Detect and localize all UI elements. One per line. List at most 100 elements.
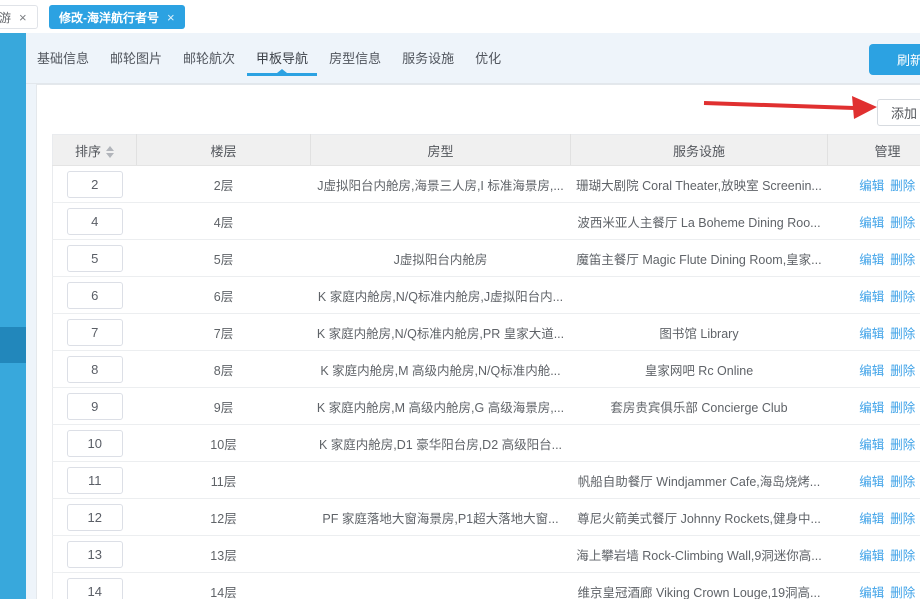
delete-link[interactable]: 删除	[890, 364, 915, 378]
tab-label: 甲板导航	[256, 51, 308, 66]
delete-link[interactable]: 删除	[890, 290, 915, 304]
sort-input[interactable]	[67, 393, 123, 420]
sort-input[interactable]	[67, 504, 123, 531]
refresh-button[interactable]: 刷新	[869, 44, 920, 75]
table-row: 13层 海上攀岩墙 Rock-Climbing Wall,9洞迷你高... 编辑删除	[53, 536, 920, 573]
sort-cell	[53, 536, 137, 573]
sort-caret-icon[interactable]	[106, 146, 114, 158]
floor-cell: 13层	[137, 536, 311, 573]
sort-input[interactable]	[67, 319, 123, 346]
table-row: 10层K 家庭内舱房,D1 豪华阳台房,D2 高级阳台...编辑删除	[53, 425, 920, 462]
manage-cell: 编辑删除	[828, 240, 920, 277]
close-icon[interactable]: ×	[167, 11, 175, 24]
sort-input[interactable]	[67, 208, 123, 235]
table-row: 14层维京皇冠酒廊 Viking Crown Louge,19洞高...编辑删除	[53, 573, 920, 599]
delete-link[interactable]: 删除	[890, 327, 915, 341]
edit-link[interactable]: 编辑	[859, 475, 884, 489]
edit-link[interactable]: 编辑	[859, 327, 884, 341]
manage-cell: 编辑删除	[828, 425, 920, 462]
delete-link[interactable]: 删除	[890, 438, 915, 452]
floor-cell: 11层	[137, 462, 311, 499]
sort-input[interactable]	[67, 171, 123, 198]
sort-input[interactable]	[67, 430, 123, 457]
services-cell: 套房贵宾俱乐部 Concierge Club	[571, 388, 828, 425]
services-cell: 皇家网吧 Rc Online	[571, 351, 828, 388]
window-tab-previous[interactable]: 旅游 ×	[0, 5, 38, 29]
edit-link[interactable]: 编辑	[859, 179, 884, 193]
sort-input[interactable]	[67, 541, 123, 568]
edit-link[interactable]: 编辑	[859, 290, 884, 304]
section-nav: 基础信息 邮轮图片 邮轮航次 甲板导航 房型信息 服务设施 优化 刷新	[26, 33, 920, 84]
tab-deck-navigation[interactable]: 甲板导航	[247, 33, 317, 84]
floor-cell: 9层	[137, 388, 311, 425]
services-cell: 维京皇冠酒廊 Viking Crown Louge,19洞高...	[571, 573, 828, 599]
rooms-cell	[311, 203, 571, 240]
sort-input[interactable]	[67, 245, 123, 272]
edit-link[interactable]: 编辑	[859, 364, 884, 378]
rooms-cell: PF 家庭落地大窗海景房,P1超大落地大窗...	[311, 499, 571, 536]
services-cell: 魔笛主餐厅 Magic Flute Dining Room,皇家...	[571, 240, 828, 277]
tab-basic-info[interactable]: 基础信息	[28, 33, 98, 84]
manage-cell: 编辑删除	[828, 351, 920, 388]
window-tab-active[interactable]: 修改-海洋航行者号 ×	[49, 5, 185, 29]
table-header-row: 排序 楼层 房型 服务设施 管理	[53, 135, 920, 166]
sort-cell	[53, 462, 137, 499]
sort-cell	[53, 166, 137, 203]
rooms-cell: K 家庭内舱房,N/Q标准内舱房,J虚拟阳台内...	[311, 277, 571, 314]
manage-cell: 编辑删除	[828, 314, 920, 351]
tab-optimize[interactable]: 优化	[466, 33, 510, 84]
sort-cell	[53, 425, 137, 462]
add-button[interactable]: 添加	[877, 99, 920, 126]
window-tab-label: 修改-海洋航行者号	[59, 9, 159, 26]
edit-link[interactable]: 编辑	[859, 512, 884, 526]
sort-input[interactable]	[67, 578, 123, 599]
rooms-cell: K 家庭内舱房,N/Q标准内舱房,PR 皇家大道...	[311, 314, 571, 351]
column-header-floor: 楼层	[137, 135, 311, 166]
sort-cell	[53, 499, 137, 536]
window-tab-label: 旅游	[0, 9, 11, 26]
delete-link[interactable]: 删除	[890, 475, 915, 489]
rooms-cell	[311, 573, 571, 599]
tab-cruise-voyages[interactable]: 邮轮航次	[174, 33, 244, 84]
tab-room-info[interactable]: 房型信息	[320, 33, 390, 84]
delete-link[interactable]: 删除	[890, 401, 915, 415]
services-cell: 海上攀岩墙 Rock-Climbing Wall,9洞迷你高...	[571, 536, 828, 573]
delete-link[interactable]: 删除	[890, 512, 915, 526]
window-tabstrip: 旅游 × 修改-海洋航行者号 ×	[0, 0, 920, 34]
column-header-sort: 排序	[53, 135, 137, 166]
services-cell: 帆船自助餐厅 Windjammer Cafe,海岛烧烤...	[571, 462, 828, 499]
floor-cell: 7层	[137, 314, 311, 351]
delete-link[interactable]: 删除	[890, 216, 915, 230]
app-window: 旅游 × 修改-海洋航行者号 × 基础信息 邮轮图片 邮轮航次 甲板导航 房型信…	[0, 0, 920, 599]
tab-services[interactable]: 服务设施	[393, 33, 463, 84]
table-row: 12层PF 家庭落地大窗海景房,P1超大落地大窗...尊尼火箭美式餐厅 John…	[53, 499, 920, 536]
column-header-label: 排序	[75, 144, 101, 159]
main-area: 基础信息 邮轮图片 邮轮航次 甲板导航 房型信息 服务设施 优化 刷新 添加	[26, 33, 920, 599]
delete-link[interactable]: 删除	[890, 179, 915, 193]
manage-cell: 编辑删除	[828, 388, 920, 425]
sort-input[interactable]	[67, 282, 123, 309]
edit-link[interactable]: 编辑	[859, 253, 884, 267]
sort-cell	[53, 388, 137, 425]
manage-cell: 编辑删除	[828, 499, 920, 536]
column-header-services: 服务设施	[571, 135, 828, 166]
close-icon[interactable]: ×	[19, 11, 27, 24]
edit-link[interactable]: 编辑	[859, 438, 884, 452]
table-row: 2层J虚拟阳台内舱房,海景三人房,I 标准海景房,...珊瑚大剧院 Coral …	[53, 166, 920, 203]
delete-link[interactable]: 删除	[890, 253, 915, 267]
delete-link[interactable]: 删除	[890, 586, 915, 599]
edit-link[interactable]: 编辑	[859, 549, 884, 563]
delete-link[interactable]: 删除	[890, 549, 915, 563]
table-row: 5层J虚拟阳台内舱房魔笛主餐厅 Magic Flute Dining Room,…	[53, 240, 920, 277]
edit-link[interactable]: 编辑	[859, 586, 884, 599]
floor-cell: 6层	[137, 277, 311, 314]
rooms-cell: K 家庭内舱房,M 高级内舱房,N/Q标准内舱...	[311, 351, 571, 388]
sort-input[interactable]	[67, 356, 123, 383]
rooms-cell: K 家庭内舱房,M 高级内舱房,G 高级海景房,...	[311, 388, 571, 425]
edit-link[interactable]: 编辑	[859, 401, 884, 415]
tab-cruise-images[interactable]: 邮轮图片	[101, 33, 171, 84]
sidebar-active-item[interactable]	[0, 327, 26, 363]
sort-input[interactable]	[67, 467, 123, 494]
services-cell	[571, 425, 828, 462]
edit-link[interactable]: 编辑	[859, 216, 884, 230]
